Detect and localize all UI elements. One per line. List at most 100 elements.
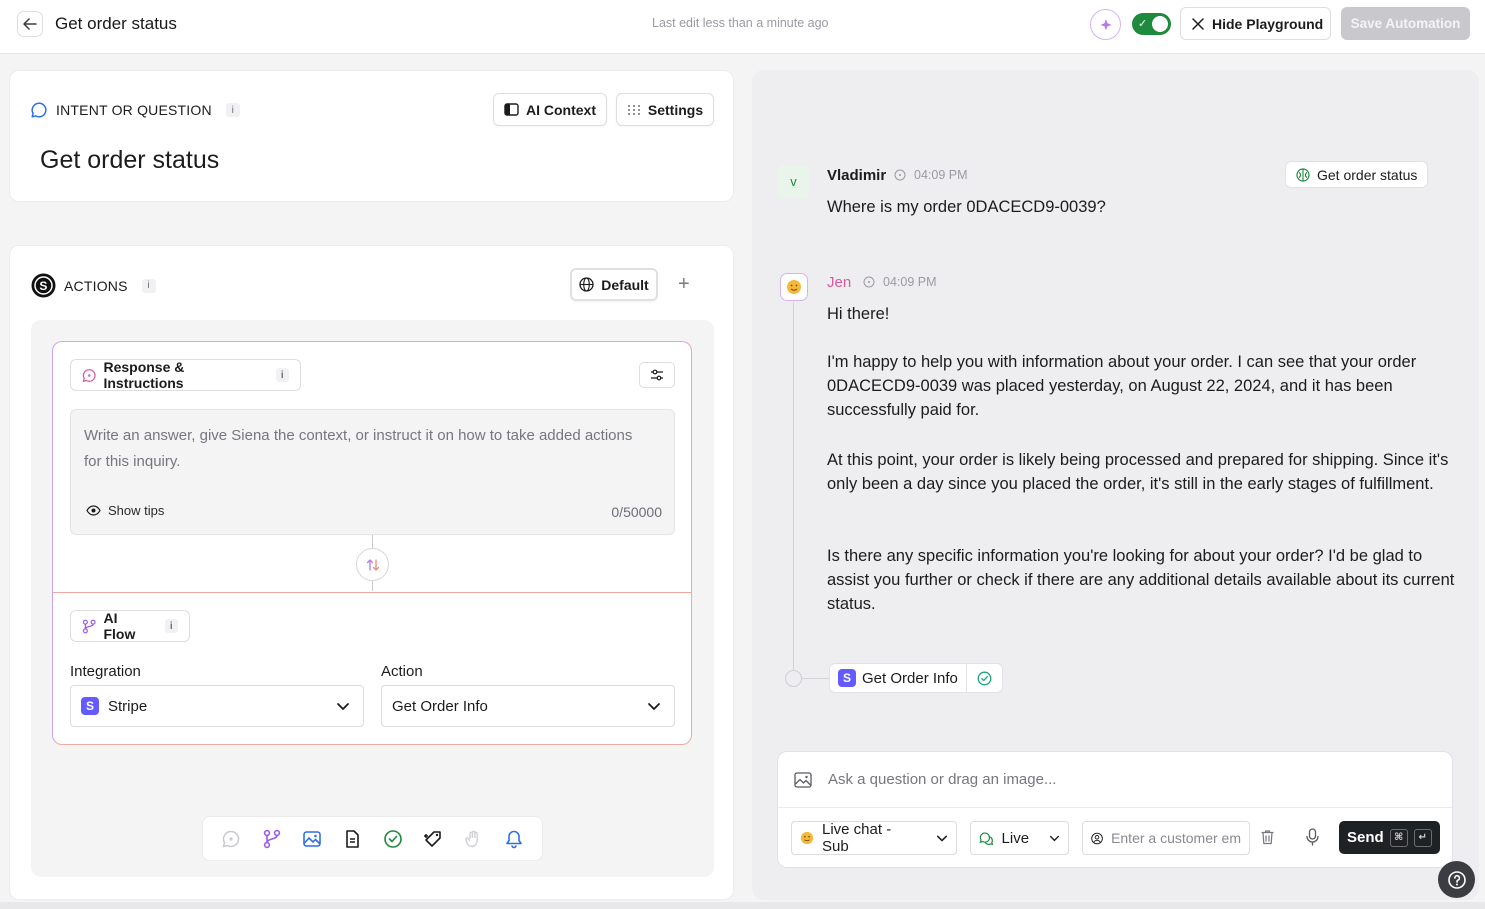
image-upload-icon[interactable] [794, 771, 812, 788]
emoji-face-icon [800, 831, 814, 845]
info-icon[interactable]: i [225, 103, 240, 117]
sparkle-icon [1100, 18, 1111, 30]
svg-text:S: S [39, 279, 47, 293]
check-icon: ✓ [1138, 18, 1148, 30]
help-button[interactable] [1438, 861, 1475, 898]
chevron-down-icon [337, 703, 349, 710]
thread-branch [802, 678, 829, 679]
settings-label: Settings [647, 101, 704, 118]
close-icon [1192, 17, 1204, 30]
thread-node [785, 670, 802, 687]
integration-select[interactable]: S Stripe [70, 685, 364, 727]
globe-icon [579, 277, 594, 292]
stripe-icon: S [81, 697, 99, 715]
avatar: v [777, 165, 810, 198]
add-document-button[interactable] [340, 827, 364, 851]
add-resolve-button[interactable] [381, 827, 405, 851]
add-response-button[interactable] [219, 827, 243, 851]
chevron-down-icon [936, 835, 948, 842]
message-time: 04:09 PM [863, 275, 937, 289]
mode-select[interactable]: Live [970, 821, 1069, 855]
info-icon[interactable]: i [141, 278, 156, 293]
channel-select[interactable]: Live chat - Sub [791, 821, 957, 855]
sliders-icon [651, 369, 663, 381]
response-settings-button[interactable] [639, 362, 675, 388]
customer-message: Where is my order 0DACECD9-0039? [827, 198, 1106, 216]
bell-icon [506, 830, 522, 848]
voice-button[interactable] [1305, 828, 1320, 851]
hide-playground-label: Hide Playground [1212, 15, 1324, 32]
agent-avatar [780, 273, 808, 301]
response-instructions-label: Response & Instructions [103, 359, 185, 391]
message-time-text: 04:09 PM [914, 168, 968, 182]
add-handover-button[interactable] [461, 827, 485, 851]
default-label: Default [601, 276, 649, 293]
tag-plus-icon [424, 830, 441, 847]
send-button[interactable]: Send ⌘ ↵ [1339, 821, 1440, 854]
cmd-key-icon: ⌘ [1389, 828, 1408, 847]
action-label: Action [381, 663, 423, 680]
composer-input[interactable]: Ask a question or drag an image... [778, 752, 1452, 808]
response-instructions-chip[interactable]: Response & Instructions i [70, 359, 301, 391]
integration-label: Integration [70, 663, 141, 680]
add-ai-flow-button[interactable] [260, 827, 284, 851]
agent-paragraph: At this point, your order is likely bein… [827, 451, 1449, 494]
chat-small-icon [863, 276, 875, 288]
chat-bubble-icon [31, 102, 47, 118]
intent-match-chip[interactable]: Get order status [1285, 161, 1429, 188]
message-time-text: 04:09 PM [883, 275, 937, 289]
hide-playground-button[interactable]: Hide Playground [1180, 7, 1331, 40]
intent-title[interactable]: Get order status [40, 146, 219, 175]
section-divider [53, 592, 691, 593]
arrow-left-icon [23, 18, 37, 30]
ai-sparkle-button[interactable] [1090, 9, 1121, 40]
clear-button[interactable] [1260, 829, 1275, 850]
add-variant-button[interactable]: + [678, 273, 690, 296]
action-result-status [967, 664, 1002, 692]
info-icon[interactable]: i [275, 368, 289, 382]
user-circle-icon [1091, 832, 1103, 844]
answer-placeholder: Write an answer, give Siena the context,… [84, 427, 633, 470]
check-circle-icon [383, 829, 402, 848]
brain-icon [1296, 167, 1310, 182]
agent-paragraph: Is there any specific information you're… [827, 547, 1455, 614]
chat-sparkle-icon [82, 368, 96, 382]
chat-sparkle-icon [222, 830, 240, 848]
swap-order-button[interactable] [356, 548, 389, 581]
settings-button[interactable]: Settings [616, 93, 714, 126]
chevron-down-icon [1049, 835, 1060, 842]
answer-textarea[interactable]: Write an answer, give Siena the context,… [70, 409, 675, 535]
customer-email-input[interactable]: Enter a customer em [1082, 821, 1250, 855]
action-select[interactable]: Get Order Info [381, 685, 675, 727]
show-tips-button[interactable]: Show tips [86, 503, 164, 518]
info-icon[interactable]: i [164, 619, 178, 633]
send-label: Send [1347, 829, 1384, 846]
flow-branch-icon [263, 829, 280, 848]
customer-email-placeholder: Enter a customer em [1111, 830, 1241, 846]
stripe-icon: S [838, 669, 856, 687]
ai-flow-chip[interactable]: AI Flow i [70, 610, 190, 642]
back-button[interactable] [17, 11, 43, 37]
chat-bubbles-icon [979, 831, 994, 845]
swap-arrows-icon [366, 558, 379, 571]
microphone-icon [1306, 828, 1319, 846]
chat-small-icon [894, 169, 906, 181]
add-image-button[interactable] [300, 827, 324, 851]
composer-placeholder: Ask a question or drag an image... [828, 771, 1057, 788]
agent-name: Jen [827, 274, 852, 291]
char-counter: 0/50000 [611, 504, 662, 520]
thread-line [793, 302, 794, 677]
save-automation-button[interactable]: Save Automation [1341, 7, 1470, 40]
action-result-chip[interactable]: S Get Order Info [829, 663, 1003, 693]
default-language-button[interactable]: Default [570, 268, 658, 301]
siena-logo-icon: S [31, 273, 56, 298]
agent-paragraph: I'm happy to help you with information a… [827, 353, 1417, 420]
automation-toggle[interactable]: ✓ [1132, 13, 1171, 35]
ai-context-button[interactable]: AI Context [493, 93, 607, 126]
intent-card: INTENT OR QUESTION i AI Context Settings… [9, 70, 734, 202]
add-tag-button[interactable] [421, 827, 445, 851]
actions-canvas: Response & Instructions i Write an answe… [31, 320, 714, 877]
document-icon [346, 829, 360, 848]
add-notify-button[interactable] [502, 827, 526, 851]
mode-value: Live [1001, 829, 1030, 847]
